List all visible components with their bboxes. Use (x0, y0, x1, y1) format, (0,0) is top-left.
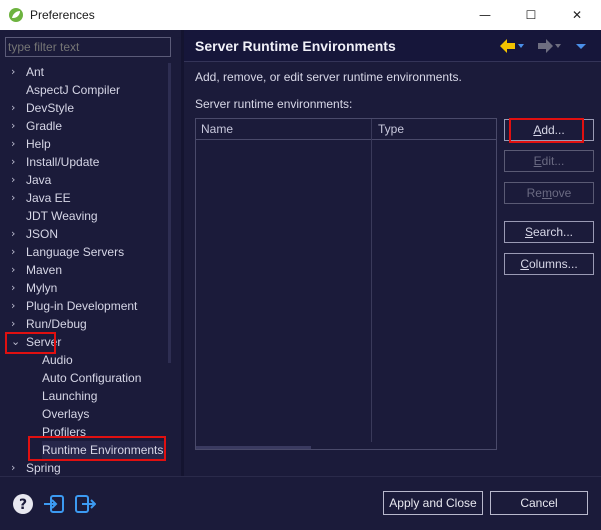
page-description: Add, remove, or edit server runtime envi… (195, 70, 462, 84)
cancel-button[interactable]: Cancel (490, 491, 588, 515)
export-icon[interactable] (74, 493, 96, 515)
tree-item-label: Java EE (26, 191, 71, 205)
tree-item-label: Spring (26, 461, 61, 475)
tree-item-label: Install/Update (26, 155, 100, 169)
tree-item-label: Ant (26, 65, 45, 79)
highlight-add (509, 118, 584, 143)
edit-button[interactable]: Edit... (504, 150, 594, 172)
tree-item-label: Java (26, 173, 52, 187)
tree-item[interactable]: Launching (42, 387, 97, 405)
tree-item-label: JSON (26, 227, 59, 241)
tree-item-label: Gradle (26, 119, 63, 133)
minimize-icon: — (479, 8, 491, 22)
title-bar: Preferences — ☐ ✕ (0, 0, 601, 30)
chevron-right-icon[interactable]: › (11, 243, 21, 261)
tree-item[interactable]: › Install/Update (11, 153, 100, 171)
chevron-right-icon[interactable]: › (11, 117, 21, 135)
tree-item-label: Plug-in Development (26, 299, 138, 313)
tree-item[interactable]: › Maven (11, 261, 63, 279)
tree-item[interactable]: › Mylyn (11, 279, 58, 297)
chevron-right-icon[interactable]: › (11, 63, 21, 81)
view-menu-button[interactable] (575, 38, 587, 57)
highlight-server (5, 332, 56, 354)
chevron-right-icon[interactable]: › (11, 279, 21, 297)
window-title: Preferences (30, 8, 95, 22)
tree-item-label: Maven (26, 263, 63, 277)
tree-item-label: Audio (42, 353, 73, 367)
tree-item-label: JDT Weaving (26, 209, 98, 223)
forward-button (536, 38, 562, 57)
runtime-list-label: Server runtime environments: (195, 97, 353, 111)
tree-item-label: DevStyle (26, 101, 75, 115)
tree-item[interactable]: › DevStyle (11, 99, 75, 117)
svg-text:?: ? (19, 497, 27, 513)
filter-input[interactable] (5, 37, 171, 57)
chevron-right-icon[interactable]: › (11, 261, 21, 279)
tree-item[interactable]: AspectJ Compiler (26, 81, 120, 99)
columns-button[interactable]: Columns... (504, 253, 594, 275)
tree-item-label: Auto Configuration (42, 371, 142, 385)
chevron-right-icon[interactable]: › (11, 459, 21, 477)
column-header-type[interactable]: Type (378, 122, 404, 136)
tree-item[interactable]: Overlays (42, 405, 89, 423)
page-title: Server Runtime Environments (195, 38, 396, 54)
page-header: Server Runtime Environments (184, 30, 601, 62)
tree-item[interactable]: › Ant (11, 63, 45, 81)
tree-item[interactable]: › Java (11, 171, 52, 189)
spring-leaf-icon (9, 8, 23, 22)
close-icon: ✕ (571, 8, 583, 22)
tree-item-label: Launching (42, 389, 98, 403)
remove-button[interactable]: Remove (504, 182, 594, 204)
tree-item-label: Mylyn (26, 281, 58, 295)
tree-item[interactable]: › Gradle (11, 117, 63, 135)
highlight-runtime-environments (28, 436, 166, 461)
chevron-right-icon[interactable]: › (11, 153, 21, 171)
minimize-button[interactable]: — (462, 0, 508, 30)
tree-item-label: Help (26, 137, 51, 151)
tree-item[interactable]: › Spring (11, 459, 61, 477)
tree-item-label: Overlays (42, 407, 90, 421)
maximize-button[interactable]: ☐ (508, 0, 554, 30)
chevron-right-icon[interactable]: › (11, 99, 21, 117)
tree-item[interactable]: › JSON (11, 225, 59, 243)
preferences-tree-panel: › Ant AspectJ Compiler › DevStyle › Gradle › Hel… (0, 30, 181, 476)
tree-item[interactable]: › Run/Debug (11, 315, 87, 333)
apply-and-close-button[interactable]: Apply and Close (383, 491, 483, 515)
search-button[interactable]: Search... (504, 221, 594, 243)
chevron-right-icon[interactable]: › (11, 315, 21, 333)
tree-scrollbar[interactable] (168, 63, 171, 363)
back-button[interactable] (499, 38, 525, 57)
maximize-icon: ☐ (525, 8, 537, 22)
close-button[interactable]: ✕ (554, 0, 600, 30)
view-menu-icon (576, 44, 586, 49)
table-horizontal-scrollbar[interactable] (196, 446, 311, 449)
preference-page: Server Runtime Environments Add, remove,… (184, 30, 601, 476)
chevron-right-icon[interactable]: › (11, 171, 21, 189)
chevron-right-icon[interactable]: › (11, 225, 21, 243)
chevron-right-icon[interactable]: › (11, 297, 21, 315)
tree-item[interactable]: Auto Configuration (42, 369, 141, 387)
tree-item[interactable]: JDT Weaving (26, 207, 98, 225)
chevron-right-icon[interactable]: › (11, 189, 21, 207)
column-header-name[interactable]: Name (201, 122, 233, 136)
forward-arrow-icon (538, 39, 561, 53)
tree-item[interactable]: › Plug-in Development (11, 297, 138, 315)
column-divider[interactable] (371, 119, 372, 442)
tree-item-label: Language Servers (26, 245, 125, 259)
table-header: Name Type (196, 119, 496, 140)
dialog-footer: ? Apply and Close Cancel (0, 476, 601, 530)
tree-item[interactable]: › Java EE (11, 189, 71, 207)
runtime-environments-table[interactable]: Name Type (195, 118, 497, 450)
tree-item-label: AspectJ Compiler (26, 83, 121, 97)
chevron-right-icon[interactable]: › (11, 135, 21, 153)
tree-item[interactable]: › Help (11, 135, 51, 153)
back-arrow-icon (500, 39, 524, 53)
import-icon[interactable] (43, 493, 65, 515)
help-icon[interactable]: ? (12, 493, 34, 515)
tree-item-label: Run/Debug (26, 317, 87, 331)
tree-item[interactable]: › Language Servers (11, 243, 125, 261)
